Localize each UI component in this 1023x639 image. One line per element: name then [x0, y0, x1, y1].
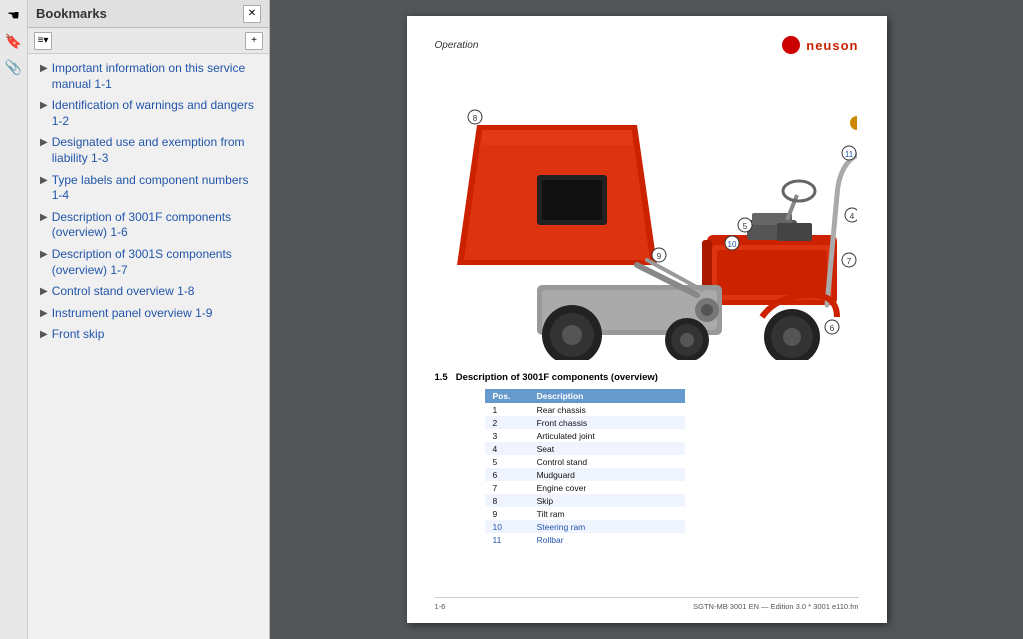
bookmark-item[interactable]: ▶ Type labels and component numbers 1-4: [28, 170, 269, 207]
bookmark-link[interactable]: Important information on this service ma…: [52, 61, 261, 92]
bookmark-item[interactable]: ▶ Front skip: [28, 324, 269, 346]
bookmark-panel-icon[interactable]: 🔖: [3, 30, 25, 52]
pos-cell: 9: [485, 507, 529, 520]
pdf-chapter-label: Operation: [435, 40, 479, 51]
table-row: 1Rear chassis: [485, 403, 685, 416]
pos-cell: 11: [485, 533, 529, 546]
machine-illustration: 1 2 3 4 5 6 7 8: [435, 62, 859, 362]
components-table: Pos. Description 1Rear chassis2Front cha…: [485, 389, 859, 546]
bookmark-item[interactable]: ▶ Description of 3001S components (overvi…: [28, 244, 269, 281]
bookmark-icon: ▶: [40, 211, 48, 224]
bookmark-item[interactable]: ▶ Instrument panel overview 1-9: [28, 303, 269, 325]
section-number: 1.5: [435, 372, 448, 383]
desc-cell: Rear chassis: [529, 403, 685, 416]
machine-diagram-svg: 1 2 3 4 5 6 7 8: [437, 65, 857, 360]
sidebar-header-controls: ✕: [243, 5, 261, 23]
table-row: 6Mudguard: [485, 468, 685, 481]
view-options-button[interactable]: ≡▾: [34, 32, 52, 50]
bookmarks-title: Bookmarks: [36, 6, 107, 21]
table-row: 5Control stand: [485, 455, 685, 468]
pos-cell: 2: [485, 416, 529, 429]
neuson-logo-icon: [782, 36, 800, 54]
bookmark-icon: ▶: [40, 307, 48, 320]
svg-text:5: 5: [742, 222, 747, 231]
desc-cell: Rollbar: [529, 533, 685, 546]
desc-cell: Control stand: [529, 455, 685, 468]
pos-cell: 1: [485, 403, 529, 416]
bookmark-link[interactable]: Type labels and component numbers 1-4: [52, 173, 261, 204]
bookmark-icon: ▶: [40, 248, 48, 261]
svg-text:8: 8: [472, 114, 477, 123]
desc-cell: Skip: [529, 494, 685, 507]
table-row: 7Engine cover: [485, 481, 685, 494]
sidebar-sub-toolbar: ≡▾ +: [28, 28, 269, 54]
bookmark-item[interactable]: ▶ Important information on this service m…: [28, 58, 269, 95]
col-header-desc: Description: [529, 389, 685, 403]
neuson-brand-name: neuson: [806, 38, 858, 53]
bookmark-link[interactable]: Instrument panel overview 1-9: [52, 306, 213, 322]
main-content: Operation neuson: [270, 0, 1023, 639]
svg-text:6: 6: [829, 324, 834, 333]
pos-cell: 3: [485, 429, 529, 442]
bookmark-link[interactable]: Identification of warnings and dangers 1…: [52, 98, 261, 129]
col-header-pos: Pos.: [485, 389, 529, 403]
pdf-header: Operation neuson: [435, 36, 859, 54]
bookmark-icon: ▶: [40, 285, 48, 298]
pos-cell: 6: [485, 468, 529, 481]
bookmark-icon: ▶: [40, 328, 48, 341]
attachment-icon[interactable]: 📎: [3, 56, 25, 78]
svg-text:11: 11: [844, 150, 853, 159]
section-title: Description of 3001F components (overvie…: [456, 372, 658, 383]
bookmark-link[interactable]: Description of 3001S components (overvie…: [52, 247, 261, 278]
pos-cell: 8: [485, 494, 529, 507]
desc-cell: Engine cover: [529, 481, 685, 494]
table-row: 10Steering ram: [485, 520, 685, 533]
bookmark-link[interactable]: Description of 3001F components (overvie…: [52, 210, 261, 241]
bookmarks-panel: Bookmarks ✕ ≡▾ + ▶ Important information …: [28, 0, 270, 639]
bookmark-icon: ▶: [40, 136, 48, 149]
pdf-footer: 1-6 SGTN-MB 3001 EN — Edition 3.0 * 3001…: [435, 597, 859, 611]
sidebar-header: Bookmarks ✕: [28, 0, 269, 28]
table-row: 11Rollbar: [485, 533, 685, 546]
pos-cell: 4: [485, 442, 529, 455]
pos-cell: 10: [485, 520, 529, 533]
pos-cell: 5: [485, 455, 529, 468]
table-row: 4Seat: [485, 442, 685, 455]
bookmark-icon: ▶: [40, 62, 48, 75]
pdf-logo: neuson: [782, 36, 858, 54]
desc-cell: Mudguard: [529, 468, 685, 481]
table-row: 3Articulated joint: [485, 429, 685, 442]
table-row: 8Skip: [485, 494, 685, 507]
collapse-panel-button[interactable]: ✕: [243, 5, 261, 23]
desc-cell: Front chassis: [529, 416, 685, 429]
bookmark-item[interactable]: ▶ Identification of warnings and dangers …: [28, 95, 269, 132]
pdf-page-number: 1-6: [435, 602, 446, 611]
svg-text:4: 4: [849, 212, 854, 221]
bookmark-item[interactable]: ▶ Description of 3001F components (overvi…: [28, 207, 269, 244]
parts-table: Pos. Description 1Rear chassis2Front cha…: [485, 389, 685, 546]
bookmark-list: ▶ Important information on this service m…: [28, 54, 269, 639]
svg-text:9: 9: [656, 252, 661, 261]
table-row: 9Tilt ram: [485, 507, 685, 520]
svg-text:10: 10: [727, 240, 736, 249]
left-toolbar: ☚ 🔖 📎: [0, 0, 28, 639]
pos-cell: 7: [485, 481, 529, 494]
bookmark-icon: ▶: [40, 174, 48, 187]
new-bookmark-button[interactable]: +: [245, 32, 263, 50]
desc-cell: Seat: [529, 442, 685, 455]
table-row: 2Front chassis: [485, 416, 685, 429]
svg-text:7: 7: [846, 257, 851, 266]
desc-cell: Articulated joint: [529, 429, 685, 442]
hand-tool-icon[interactable]: ☚: [3, 4, 25, 26]
bookmark-item[interactable]: ▶ Control stand overview 1-8: [28, 281, 269, 303]
pdf-page: Operation neuson: [407, 16, 887, 623]
bookmark-link[interactable]: Front skip: [52, 327, 105, 343]
bookmark-link[interactable]: Control stand overview 1-8: [52, 284, 195, 300]
pdf-footer-info: SGTN-MB 3001 EN — Edition 3.0 * 3001 e11…: [693, 602, 858, 611]
desc-cell: Steering ram: [529, 520, 685, 533]
desc-cell: Tilt ram: [529, 507, 685, 520]
bookmark-item[interactable]: ▶ Designated use and exemption from liabi…: [28, 132, 269, 169]
bookmark-icon: ▶: [40, 99, 48, 112]
bookmark-link[interactable]: Designated use and exemption from liabil…: [52, 135, 261, 166]
